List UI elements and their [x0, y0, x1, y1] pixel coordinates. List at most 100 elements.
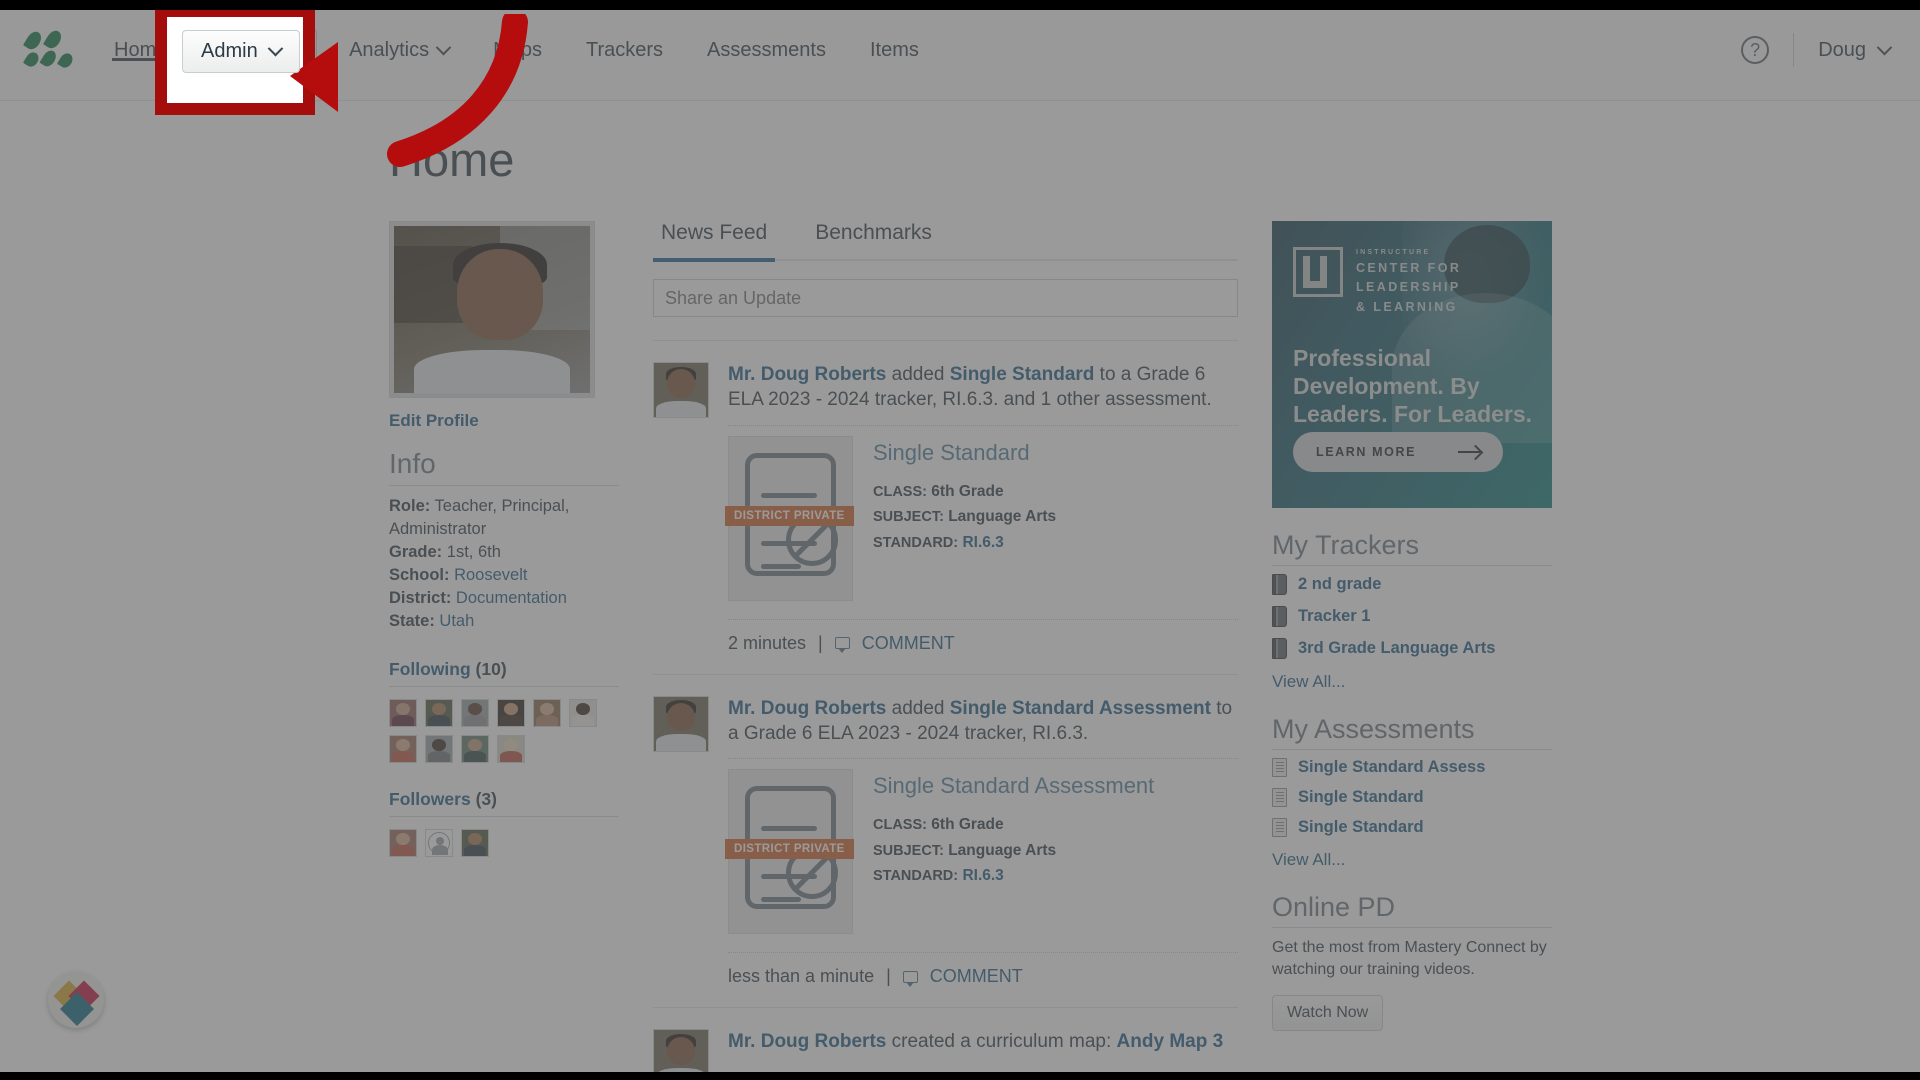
- comment-link[interactable]: COMMENT: [862, 633, 955, 654]
- followers-heading[interactable]: Followers (3): [389, 789, 619, 817]
- right-sidebar: INSTRUCTURE CENTER FOR LEADERSHIP & LEAR…: [1272, 221, 1552, 1080]
- asset-title-link[interactable]: Single Standard Assessment: [873, 773, 1154, 799]
- avatar[interactable]: [569, 698, 597, 727]
- list-item[interactable]: Single Standard Assess: [1272, 758, 1552, 777]
- post-text: Mr. Doug Roberts added Single Standard t…: [728, 364, 1212, 411]
- trackers-view-all-link[interactable]: View All...: [1272, 672, 1345, 692]
- avatar[interactable]: [389, 734, 417, 763]
- followers-avatars: [389, 828, 604, 857]
- post-author-link[interactable]: Mr. Doug Roberts: [728, 1031, 886, 1052]
- info-row-state: State: Utah: [389, 611, 475, 630]
- district-link[interactable]: Documentation: [451, 589, 567, 607]
- avatar[interactable]: [533, 698, 561, 727]
- assessment-link[interactable]: Single Standard: [1298, 818, 1424, 837]
- feed-tabs: News Feed Benchmarks: [653, 221, 1238, 262]
- avatar-placeholder-icon[interactable]: [425, 828, 453, 857]
- mastery-connect-logo-icon[interactable]: [22, 27, 76, 71]
- info-row-role: Role: Teacher, Principal, Administrator: [389, 497, 570, 538]
- post-object-link[interactable]: Single Standard Assessment: [950, 698, 1211, 719]
- post-object-link[interactable]: Single Standard: [950, 364, 1095, 385]
- assessment-link[interactable]: Single Standard Assess: [1298, 758, 1485, 777]
- edit-profile-link[interactable]: Edit Profile: [389, 411, 619, 431]
- school-link[interactable]: Roosevelt: [450, 566, 527, 584]
- letterbox-top: [0, 0, 1920, 10]
- district-private-badge: DISTRICT PRIVATE: [725, 839, 854, 860]
- avatar[interactable]: [389, 828, 417, 857]
- admin-menu-button-highlighted[interactable]: Admin: [182, 30, 300, 73]
- info-row-district: District: Documentation: [389, 588, 567, 607]
- assessments-view-all-link[interactable]: View All...: [1272, 850, 1345, 870]
- avatar[interactable]: [461, 698, 489, 727]
- avatar[interactable]: [461, 734, 489, 763]
- profile-photo[interactable]: [389, 221, 595, 398]
- avatar[interactable]: [389, 698, 417, 727]
- list-item[interactable]: Tracker 1: [1272, 606, 1552, 627]
- nav-item-items-label: Items: [869, 38, 919, 61]
- watch-now-button[interactable]: Watch Now: [1272, 994, 1384, 1031]
- asset-title-link[interactable]: Single Standard: [873, 440, 1056, 466]
- info-row-grade: Grade: 1st, 6th: [389, 542, 501, 561]
- content-columns: Edit Profile Info Role: Teacher, Princip…: [389, 221, 1552, 1080]
- news-feed-column: News Feed Benchmarks Mr. Doug Roberts ad…: [653, 221, 1238, 1080]
- assessment-link[interactable]: Single Standard: [1298, 788, 1424, 807]
- chevron-down-icon: [1876, 39, 1893, 55]
- tracker-link[interactable]: 3rd Grade Language Arts: [1298, 639, 1495, 658]
- post-footer: 2 minutes | COMMENT: [728, 618, 1238, 674]
- post-author-link[interactable]: Mr. Doug Roberts: [728, 698, 886, 719]
- asset-card: DISTRICT PRIVATE Single Standard CLASS: …: [725, 424, 1238, 601]
- my-trackers-list: 2 nd grade Tracker 1 3rd Grade Language …: [1272, 574, 1552, 692]
- asset-meta: CLASS: 6th Grade SUBJECT: Language Arts …: [873, 482, 1057, 551]
- promo-headline: Professional Development. By Leaders. Fo…: [1293, 345, 1533, 428]
- promo-brand: INSTRUCTURE CENTER FOR LEADERSHIP & LEAR…: [1356, 249, 1462, 314]
- post-object-link[interactable]: Andy Map 3: [1117, 1031, 1224, 1052]
- promo-banner[interactable]: INSTRUCTURE CENTER FOR LEADERSHIP & LEAR…: [1272, 221, 1552, 508]
- avatar[interactable]: [497, 698, 525, 727]
- standard-link[interactable]: RI.6.3: [962, 534, 1003, 551]
- assessment-thumbnail[interactable]: DISTRICT PRIVATE: [725, 435, 854, 601]
- chevron-down-icon: [267, 40, 283, 57]
- help-icon[interactable]: ?: [1741, 36, 1770, 64]
- nav-item-items[interactable]: Items: [848, 0, 941, 101]
- tracker-link[interactable]: Tracker 1: [1298, 607, 1370, 626]
- assessment-thumbnail[interactable]: DISTRICT PRIVATE: [725, 769, 854, 935]
- document-icon: [1272, 758, 1287, 777]
- nav-item-assessments[interactable]: Assessments: [685, 0, 848, 101]
- avatar[interactable]: [653, 362, 709, 418]
- avatar[interactable]: [425, 734, 453, 763]
- list-item[interactable]: Single Standard: [1272, 818, 1552, 837]
- state-link[interactable]: Utah: [435, 612, 474, 630]
- my-trackers-heading: My Trackers: [1272, 530, 1552, 566]
- support-launcher-button[interactable]: [48, 972, 104, 1028]
- avatar[interactable]: [461, 828, 489, 857]
- user-menu-button[interactable]: Doug: [1818, 39, 1893, 62]
- share-update-input[interactable]: [653, 279, 1238, 317]
- asset-meta: CLASS: 6th Grade SUBJECT: Language Arts …: [873, 816, 1057, 885]
- comment-link[interactable]: COMMENT: [930, 966, 1023, 987]
- tab-benchmarks[interactable]: Benchmarks: [807, 221, 940, 259]
- cll-logo-icon: [1293, 247, 1343, 297]
- list-item[interactable]: Single Standard: [1272, 788, 1552, 807]
- avatar[interactable]: [425, 698, 453, 727]
- comment-icon[interactable]: [902, 970, 918, 987]
- document-icon: [1272, 788, 1287, 807]
- promo-cta-button[interactable]: LEARN MORE: [1293, 432, 1504, 472]
- online-pd-heading: Online PD: [1272, 892, 1552, 928]
- asset-card: DISTRICT PRIVATE Single Standard Assessm…: [725, 758, 1238, 935]
- standard-link[interactable]: RI.6.3: [962, 867, 1003, 884]
- info-list: Role: Teacher, Principal, Administrator …: [389, 495, 619, 633]
- following-heading[interactable]: Following (10): [389, 659, 619, 687]
- post-author-link[interactable]: Mr. Doug Roberts: [728, 364, 886, 385]
- app-screenshot: Home Admin Analytics Maps Trackers Asses…: [0, 0, 1920, 1080]
- my-assessments-list: Single Standard Assess Single Standard S…: [1272, 758, 1552, 870]
- tab-news-feed[interactable]: News Feed: [653, 221, 776, 262]
- post-timestamp: less than a minute: [728, 966, 875, 987]
- nav-right-cluster: ? Doug: [1741, 33, 1920, 67]
- avatar[interactable]: [497, 734, 525, 763]
- page-body: Home Edit Profile Info Role: Teacher, Pr…: [0, 101, 1920, 1080]
- list-item[interactable]: 2 nd grade: [1272, 574, 1552, 595]
- list-item[interactable]: 3rd Grade Language Arts: [1272, 638, 1552, 659]
- tracker-link[interactable]: 2 nd grade: [1298, 575, 1381, 594]
- comment-icon[interactable]: [834, 637, 850, 654]
- avatar[interactable]: [653, 695, 709, 752]
- admin-menu-label: Admin: [201, 40, 258, 62]
